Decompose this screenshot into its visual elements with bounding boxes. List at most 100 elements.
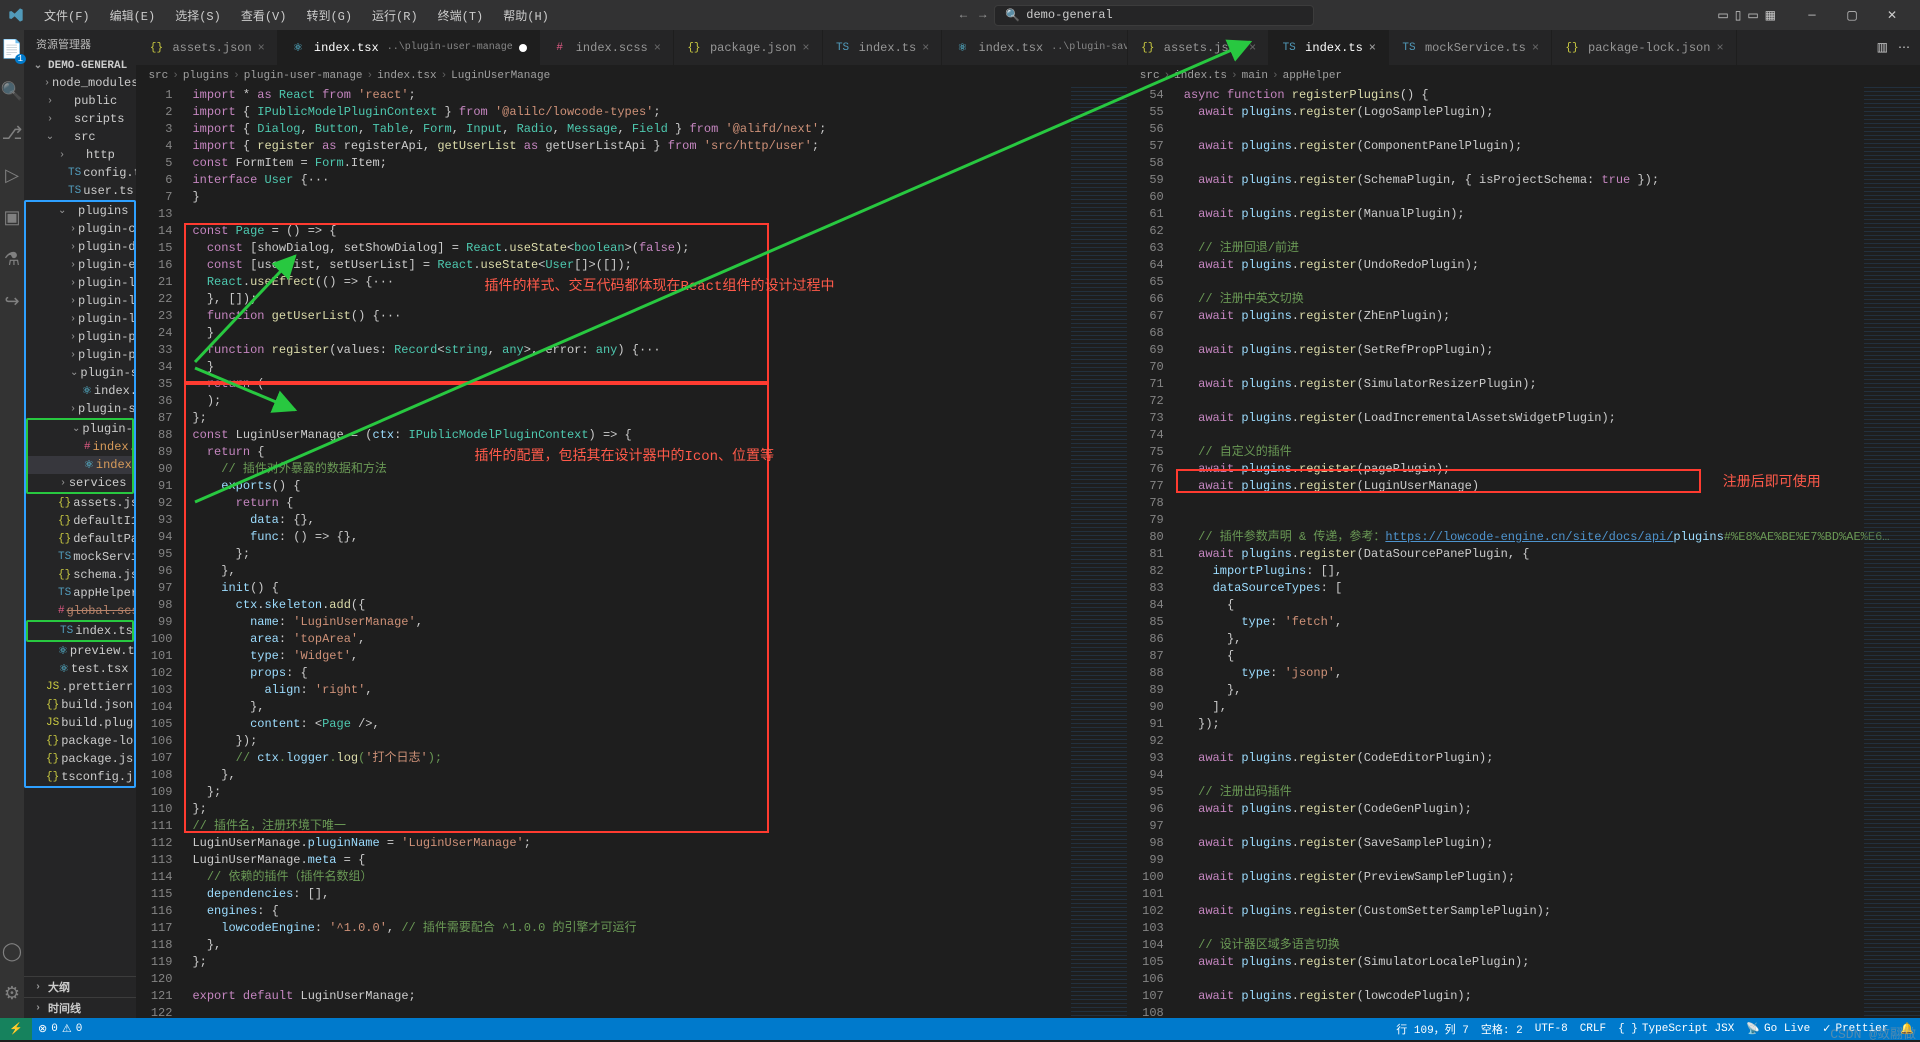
tree-item[interactable]: ›plugin-lowcode-component bbox=[26, 310, 134, 328]
tree-item[interactable]: {}defaultPageSchema.json bbox=[26, 530, 134, 548]
tree-item[interactable]: {}build.json bbox=[26, 696, 134, 714]
tree-item[interactable]: ›plugin-preview-sample bbox=[26, 346, 134, 364]
tree-item[interactable]: ›plugin-custom-setter-sample bbox=[26, 220, 134, 238]
nav-back-icon[interactable]: ← bbox=[960, 8, 967, 22]
layout-primary-icon[interactable]: ▭ bbox=[1717, 8, 1728, 23]
status-eol[interactable]: CRLF bbox=[1574, 1021, 1612, 1037]
editor-tab[interactable]: ⚛index.tsx..\plugin-save-sample× bbox=[942, 30, 1126, 65]
remote-indicator[interactable]: ⚡ bbox=[0, 1018, 32, 1040]
tree-item[interactable]: {}schema.json bbox=[26, 566, 134, 584]
tree-item[interactable]: ⌄src bbox=[24, 128, 136, 146]
tree-item[interactable]: ›services bbox=[28, 474, 132, 492]
menu-select[interactable]: 选择(S) bbox=[167, 3, 229, 28]
window-maximize[interactable]: ▢ bbox=[1832, 0, 1872, 30]
activity-scm-icon[interactable]: ⎇ bbox=[0, 122, 24, 146]
layout-panel-icon[interactable]: ▯ bbox=[1735, 8, 1742, 23]
tree-item[interactable]: TSindex.ts bbox=[28, 622, 132, 640]
tree-item[interactable]: ›scripts bbox=[24, 110, 136, 128]
tree-item[interactable]: TSappHelper.ts bbox=[26, 584, 134, 602]
menu-goto[interactable]: 转到(G) bbox=[298, 3, 360, 28]
tree-item[interactable]: TSuser.ts bbox=[24, 182, 136, 200]
tree-item[interactable]: ⚛index.tsx bbox=[28, 456, 132, 474]
layout-secondary-icon[interactable]: ▭ bbox=[1747, 8, 1758, 23]
tree-item[interactable]: JS.prettierrc.js bbox=[26, 678, 134, 696]
status-language[interactable]: { } TypeScript JSX bbox=[1612, 1021, 1740, 1037]
tree-item[interactable]: ›node_modules bbox=[24, 74, 136, 92]
editor-tab[interactable]: {}package.json× bbox=[674, 30, 823, 65]
minimap[interactable] bbox=[1864, 87, 1920, 1018]
tree-item[interactable]: ⌄plugins bbox=[26, 202, 134, 220]
activity-account-icon[interactable]: ◯ bbox=[0, 940, 24, 964]
file-tree[interactable]: ›node_modules›public›scripts⌄src›httpTSc… bbox=[24, 74, 136, 976]
tree-item[interactable]: {}package.json bbox=[26, 750, 134, 768]
editor-tab[interactable]: TSmockService.ts× bbox=[1389, 30, 1552, 65]
breadcrumbs-right[interactable]: src › index.ts › main › appHelper bbox=[1128, 65, 1920, 87]
menu-file[interactable]: 文件(F) bbox=[36, 3, 98, 28]
tree-item[interactable]: ›plugin-editor-init bbox=[26, 256, 134, 274]
tree-item[interactable]: ›plugin-simulator-locale bbox=[26, 400, 134, 418]
tree-item[interactable]: ›plugin-page bbox=[26, 328, 134, 346]
activity-debug-icon[interactable]: ▷ bbox=[0, 164, 24, 188]
outline-section[interactable]: ›大纲 bbox=[24, 976, 136, 997]
tree-item[interactable]: #index.scss bbox=[28, 438, 132, 456]
tree-item[interactable]: #global.scss bbox=[26, 602, 134, 620]
editor-group-1: {}assets.json×⚛index.tsx..\plugin-user-m… bbox=[136, 30, 1126, 1018]
tree-item[interactable]: ›http bbox=[24, 146, 136, 164]
editor-tab[interactable]: {}package-lock.json× bbox=[1552, 30, 1737, 65]
tree-item[interactable]: {}assets.json bbox=[26, 494, 134, 512]
tree-item[interactable]: {}defaultI18nSchema.json bbox=[26, 512, 134, 530]
activity-explorer-icon[interactable]: 📄 bbox=[0, 38, 22, 62]
command-center[interactable]: 🔍 demo-general bbox=[994, 5, 1314, 26]
tree-item[interactable]: ⌄plugin-user-manage bbox=[28, 420, 132, 438]
tree-item[interactable]: ⌄plugin-save-sample bbox=[26, 364, 134, 382]
breadcrumbs-left[interactable]: src › plugins › plugin-user-manage › ind… bbox=[136, 65, 1126, 87]
code-editor-right[interactable]: 5455565758596061626364656667686970717273… bbox=[1128, 87, 1920, 1018]
editor-tab[interactable]: #index.scss× bbox=[540, 30, 674, 65]
menu-terminal[interactable]: 终端(T) bbox=[430, 3, 492, 28]
activity-liveshare-icon[interactable]: ↪ bbox=[0, 290, 24, 314]
tabs-right[interactable]: {}assets.json×TSindex.ts×TSmockService.t… bbox=[1128, 30, 1920, 65]
editor-tab[interactable]: TSindex.ts× bbox=[1269, 30, 1389, 65]
editor-tab[interactable]: {}assets.json× bbox=[136, 30, 277, 65]
status-problems[interactable]: ⊗ 0 ⚠ 0 bbox=[32, 1022, 88, 1036]
activity-test-icon[interactable]: ⚗ bbox=[0, 248, 24, 272]
tree-item[interactable]: {}package-lock.json bbox=[26, 732, 134, 750]
tree-item[interactable]: ›plugin-logo-sample bbox=[26, 292, 134, 310]
status-indentation[interactable]: 空格: 2 bbox=[1475, 1021, 1529, 1037]
tree-item[interactable]: TSmockService.ts bbox=[26, 548, 134, 566]
editor-tab[interactable]: {}assets.json× bbox=[1128, 30, 1269, 65]
status-encoding[interactable]: UTF-8 bbox=[1529, 1021, 1574, 1037]
menu-help[interactable]: 帮助(H) bbox=[495, 3, 557, 28]
menu-view[interactable]: 查看(V) bbox=[233, 3, 295, 28]
menu-run[interactable]: 运行(R) bbox=[364, 3, 426, 28]
window-minimize[interactable]: — bbox=[1792, 0, 1832, 30]
editor-tab[interactable]: TSindex.ts× bbox=[823, 30, 943, 65]
tree-item[interactable]: ⚛preview.tsx bbox=[26, 642, 134, 660]
activity-search-icon[interactable]: 🔍 bbox=[0, 80, 24, 104]
code-editor-left[interactable]: 1234567131415162122232433343536878889909… bbox=[136, 87, 1126, 1018]
menu-edit[interactable]: 编辑(E) bbox=[102, 3, 164, 28]
nav-forward-icon[interactable]: → bbox=[979, 8, 986, 22]
minimap[interactable] bbox=[1071, 87, 1127, 1018]
tree-item[interactable]: {}tsconfig.json bbox=[26, 768, 134, 786]
editor-tab[interactable]: ⚛index.tsx..\plugin-user-manage bbox=[278, 30, 540, 65]
tree-item[interactable]: ›plugin-default-setters-registry bbox=[26, 238, 134, 256]
tree-item[interactable]: ›plugin-load-incremental-assets-w... bbox=[26, 274, 134, 292]
window-close[interactable]: ✕ bbox=[1872, 0, 1912, 30]
split-editor-icon[interactable]: ▥ bbox=[1877, 40, 1888, 55]
tree-item[interactable]: ›public bbox=[24, 92, 136, 110]
more-icon[interactable]: ⋯ bbox=[1898, 40, 1910, 55]
status-golive[interactable]: 📡 Go Live bbox=[1740, 1021, 1816, 1037]
tabs-left[interactable]: {}assets.json×⚛index.tsx..\plugin-user-m… bbox=[136, 30, 1126, 65]
timeline-section[interactable]: ›时间线 bbox=[24, 997, 136, 1018]
status-cursor-position[interactable]: 行 109，列 7 bbox=[1390, 1021, 1475, 1037]
activity-settings-icon[interactable]: ⚙ bbox=[0, 982, 24, 1006]
workspace-root[interactable]: ⌄DEMO-GENERAL bbox=[24, 58, 136, 74]
layout-customize-icon[interactable]: ▦ bbox=[1765, 8, 1776, 23]
tree-item[interactable]: ⚛index.tsx bbox=[26, 382, 134, 400]
tree-item[interactable]: ⚛test.tsx bbox=[26, 660, 134, 678]
tree-item[interactable]: TSconfig.ts bbox=[24, 164, 136, 182]
tree-item[interactable]: JSbuild.plugin.js bbox=[26, 714, 134, 732]
activity-extensions-icon[interactable]: ▣ bbox=[0, 206, 24, 230]
titlebar: 文件(F) 编辑(E) 选择(S) 查看(V) 转到(G) 运行(R) 终端(T… bbox=[0, 0, 1920, 30]
